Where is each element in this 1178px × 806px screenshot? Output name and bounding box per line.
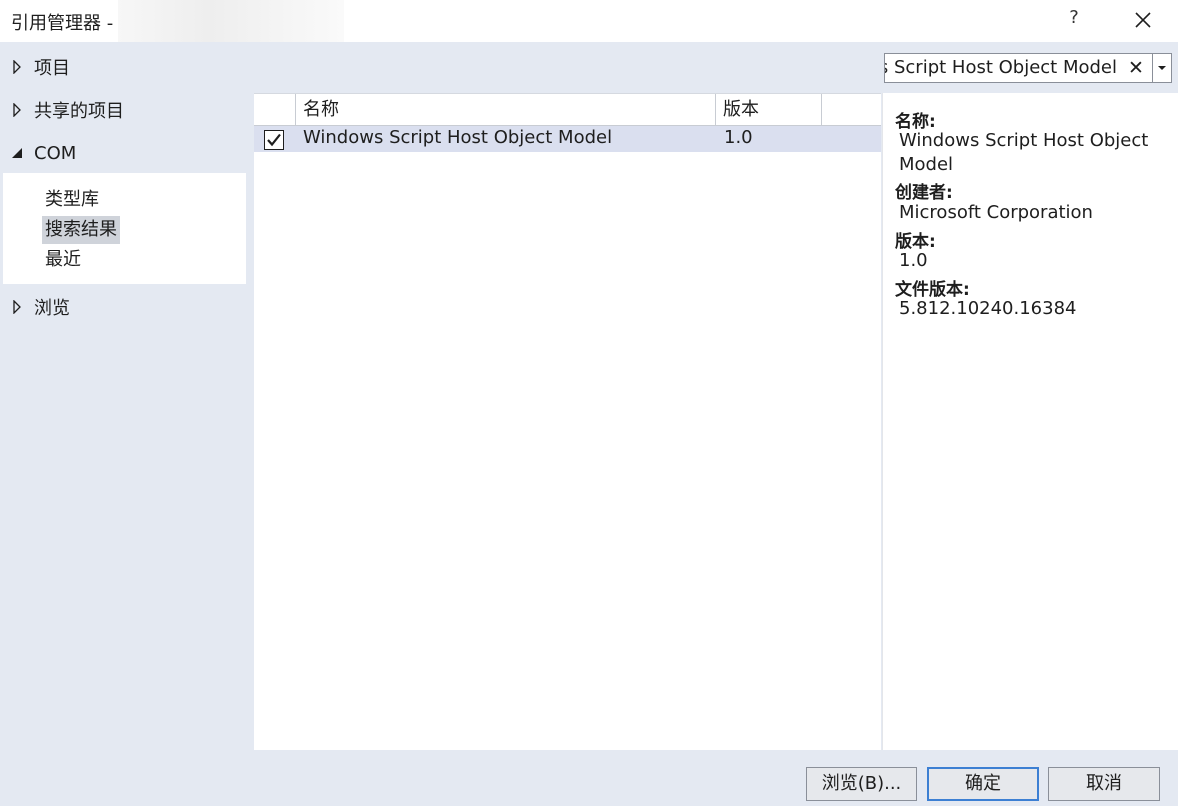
detail-name-value: Windows Script Host Object Model [899, 130, 1149, 175]
table-row[interactable]: Windows Script Host Object Model 1.0 [254, 126, 881, 152]
column-header-name[interactable]: 名称 [296, 94, 716, 126]
tree-item-shared-projects[interactable]: 共享的项目 [0, 95, 250, 125]
title-blurred-region [118, 0, 344, 42]
help-button[interactable]: ? [1063, 7, 1085, 33]
details-panel: 名称: Windows Script Host Object Model 创建者… [882, 93, 1178, 750]
tree-subitem-type-libraries[interactable]: 类型库 [42, 186, 102, 214]
tree-item-label: 共享的项目 [34, 101, 124, 122]
clear-search-icon[interactable]: ✕ [1124, 56, 1148, 80]
list-header: 名称 版本 [254, 93, 881, 126]
com-subitems-panel [3, 173, 246, 284]
tree-item-com[interactable]: COM [0, 138, 250, 168]
chevron-down-icon [1158, 66, 1166, 70]
tree-item-browse[interactable]: 浏览 [0, 292, 250, 322]
search-input[interactable]: Windows Script Host Object Model ✕ [884, 53, 1153, 83]
search-input-value: Windows Script Host Object Model [885, 57, 1117, 78]
ok-button[interactable]: 确定 [927, 767, 1039, 801]
cancel-button[interactable]: 取消 [1048, 767, 1160, 801]
detail-creator-value: Microsoft Corporation [899, 202, 1093, 223]
collapse-arrow-icon[interactable] [0, 147, 34, 159]
close-icon [1135, 12, 1151, 28]
row-name: Windows Script Host Object Model [303, 127, 613, 148]
detail-version-value: 1.0 [899, 250, 928, 271]
browse-button[interactable]: 浏览(B)... [806, 767, 917, 801]
tree-item-label: 项目 [34, 58, 70, 79]
component-list: 名称 版本 [254, 93, 881, 750]
tree-subitem-search-results[interactable]: 搜索结果 [42, 216, 120, 244]
close-button[interactable] [1128, 5, 1158, 35]
tree-item-projects[interactable]: 项目 [0, 52, 250, 82]
tree-item-label: COM [34, 142, 77, 164]
row-version: 1.0 [724, 127, 753, 148]
expand-arrow-icon[interactable] [0, 60, 34, 74]
expand-arrow-icon[interactable] [0, 103, 34, 117]
include-checkbox[interactable] [264, 130, 284, 150]
column-header-version[interactable]: 版本 [716, 94, 822, 126]
tree-item-label: 浏览 [34, 298, 70, 319]
search-dropdown-button[interactable] [1153, 53, 1172, 83]
title-bar: 引用管理器 - ? [0, 0, 1178, 42]
detail-creator-label: 创建者: [895, 183, 953, 203]
window-title: 引用管理器 - [11, 13, 114, 34]
expand-arrow-icon[interactable] [0, 300, 34, 314]
column-header-check[interactable] [254, 94, 296, 126]
checkmark-icon [267, 133, 281, 147]
detail-file-version-value: 5.812.10240.16384 [899, 298, 1077, 319]
tree-subitem-recent[interactable]: 最近 [42, 246, 84, 274]
